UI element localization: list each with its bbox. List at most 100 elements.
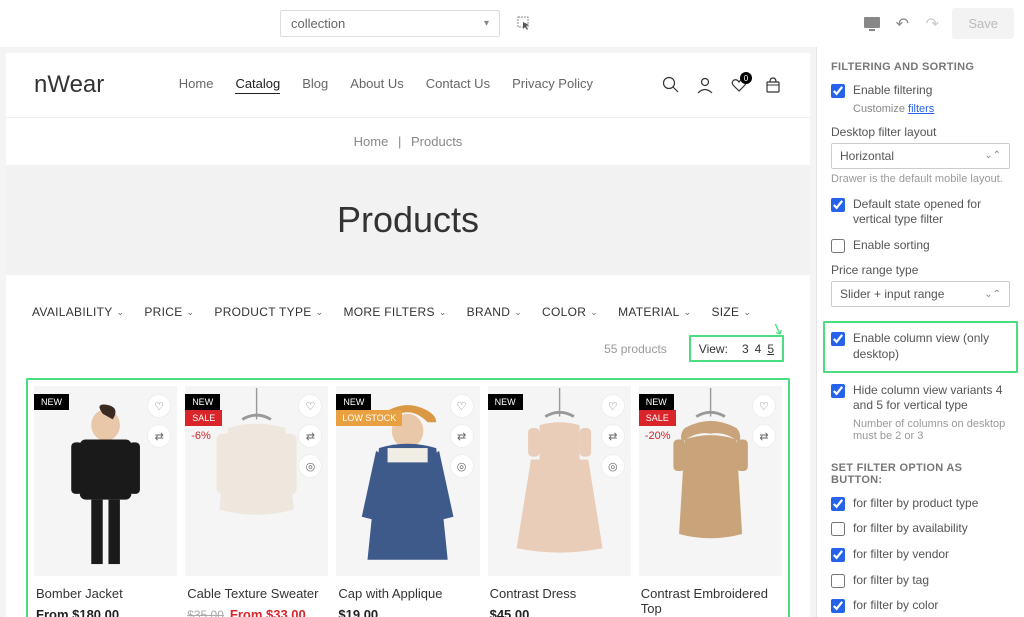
highlight-arrow-icon: ↘	[768, 317, 787, 340]
compare-icon[interactable]: ⇄	[601, 424, 625, 448]
product-card[interactable]: NEW♡⇄Bomber JacketFrom $180.00	[34, 386, 177, 617]
checkbox-default-open[interactable]	[831, 198, 845, 212]
product-card[interactable]: NEWLOW STOCK♡⇄◎Cap with Applique$19.00	[336, 386, 479, 617]
section-selector[interactable]: collection ▾	[280, 10, 500, 37]
nav-privacy-policy[interactable]: Privacy Policy	[512, 76, 593, 94]
label-enable-sorting: Enable sorting	[853, 238, 1010, 254]
badge-discount: -6%	[191, 430, 211, 442]
setting-enable-filtering[interactable]: Enable filtering	[831, 83, 1010, 99]
view-option-4[interactable]: 4	[755, 342, 762, 356]
product-name[interactable]: Cable Texture Sweater	[187, 586, 326, 601]
save-button[interactable]: Save	[952, 8, 1014, 39]
quickview-icon[interactable]: ◎	[298, 454, 322, 478]
filter-material[interactable]: MATERIAL⌄	[618, 305, 691, 319]
user-icon[interactable]	[696, 76, 714, 94]
checkbox-enable-filtering[interactable]	[831, 84, 845, 98]
price-range-select[interactable]: Slider + input range ⌄⌃	[831, 281, 1010, 307]
filter-size[interactable]: SIZE⌄	[711, 305, 751, 319]
checkbox-filter-btn[interactable]	[831, 599, 845, 613]
wishlist-heart-icon[interactable]: ♡	[298, 394, 322, 418]
checkbox-enable-sorting[interactable]	[831, 239, 845, 253]
product-image[interactable]: NEW♡⇄	[34, 386, 177, 576]
filter-brand[interactable]: BRAND⌄	[467, 305, 522, 319]
badge-sale: SALE	[185, 410, 222, 426]
setting-filter-button-option[interactable]: for filter by availability	[831, 521, 1010, 537]
chevron-down-icon: ▾	[484, 18, 489, 29]
setting-filter-button-option[interactable]: for filter by product type	[831, 496, 1010, 512]
breadcrumb-sep: |	[398, 134, 401, 149]
chevron-down-icon: ⌄	[439, 307, 447, 318]
nav-catalog[interactable]: Catalog	[235, 76, 280, 94]
topbar: collection ▾ ↶ ↷ Save	[0, 0, 1024, 47]
product-price: $19.00	[338, 607, 477, 617]
chevron-down-icon: ⌄	[743, 307, 751, 318]
wishlist-heart-icon[interactable]: ♡	[450, 394, 474, 418]
product-card[interactable]: NEWSALE-20%♡⇄Contrast Embroidered Top$25…	[639, 386, 782, 617]
undo-icon[interactable]: ↶	[892, 14, 912, 34]
product-name[interactable]: Contrast Embroidered Top	[641, 586, 780, 616]
nav-home[interactable]: Home	[179, 76, 214, 94]
compare-icon[interactable]: ⇄	[147, 424, 171, 448]
redo-icon[interactable]: ↷	[922, 14, 942, 34]
site-nav: Home Catalog Blog About Us Contact Us Privacy…	[179, 76, 593, 94]
highlighted-setting: Enable column view (only desktop)	[823, 321, 1018, 372]
wishlist-heart-icon[interactable]: ♡	[601, 394, 625, 418]
setting-default-state-open[interactable]: Default state opened for vertical type f…	[831, 197, 1010, 228]
checkbox-filter-btn[interactable]	[831, 497, 845, 511]
product-image[interactable]: NEWSALE-6%♡⇄◎	[185, 386, 328, 576]
setting-filter-button-option[interactable]: for filter by tag	[831, 573, 1010, 589]
checkbox-filter-btn[interactable]	[831, 522, 845, 536]
wishlist-heart-icon[interactable]: ♡	[752, 394, 776, 418]
view-option-3[interactable]: 3	[742, 342, 749, 356]
checkbox-filter-btn[interactable]	[831, 548, 845, 562]
product-image[interactable]: NEWLOW STOCK♡⇄◎	[336, 386, 479, 576]
filter-price[interactable]: PRICE⌄	[144, 305, 194, 319]
cart-icon[interactable]	[764, 76, 782, 94]
wishlist-badge: 0	[740, 72, 752, 84]
page-title: Products	[6, 199, 810, 241]
setting-enable-sorting[interactable]: Enable sorting	[831, 238, 1010, 254]
desktop-view-icon[interactable]	[862, 14, 882, 34]
filter-more-filters[interactable]: MORE FILTERS⌄	[343, 305, 446, 319]
checkbox-hide-variants[interactable]	[831, 384, 845, 398]
customize-filters-link[interactable]: filters	[908, 103, 934, 115]
setting-enable-column-view[interactable]: Enable column view (only desktop)	[831, 331, 1010, 362]
chevron-down-icon: ⌄	[590, 307, 598, 318]
quickview-icon[interactable]: ◎	[601, 454, 625, 478]
breadcrumb-home[interactable]: Home	[354, 134, 389, 149]
nav-blog[interactable]: Blog	[302, 76, 328, 94]
filter-availability[interactable]: AVAILABILITY⌄	[32, 305, 124, 319]
selection-tool-icon[interactable]	[516, 15, 534, 33]
wishlist-heart-icon[interactable]: ♡	[147, 394, 171, 418]
filter-product-type[interactable]: PRODUCT TYPE⌄	[214, 305, 323, 319]
wishlist-icon[interactable]: 0	[730, 76, 748, 94]
view-option-5[interactable]: 5	[767, 342, 774, 356]
filter-color[interactable]: COLOR⌄	[542, 305, 598, 319]
nav-about-us[interactable]: About Us	[350, 76, 403, 94]
breadcrumb-current: Products	[411, 134, 462, 149]
product-image[interactable]: NEW♡⇄◎	[488, 386, 631, 576]
chevron-down-icon: ⌄	[316, 307, 324, 318]
settings-panel[interactable]: FILTERING AND SORTING Enable filtering C…	[816, 47, 1024, 617]
product-card[interactable]: NEW♡⇄◎Contrast Dress$45.00	[488, 386, 631, 617]
preview-pane[interactable]: nWear Home Catalog Blog About Us Contact Us P…	[0, 47, 816, 617]
product-name[interactable]: Bomber Jacket	[36, 586, 175, 601]
product-image[interactable]: NEWSALE-20%♡⇄	[639, 386, 782, 576]
setting-hide-column-variants[interactable]: Hide column view variants 4 and 5 for ve…	[831, 383, 1010, 414]
search-icon[interactable]	[662, 76, 680, 94]
compare-icon[interactable]: ⇄	[298, 424, 322, 448]
product-card[interactable]: NEWSALE-6%♡⇄◎Cable Texture Sweater$35.00…	[185, 386, 328, 617]
setting-filter-button-option[interactable]: for filter by color	[831, 598, 1010, 614]
compare-icon[interactable]: ⇄	[752, 424, 776, 448]
product-name[interactable]: Cap with Applique	[338, 586, 477, 601]
compare-icon[interactable]: ⇄	[450, 424, 474, 448]
setting-filter-button-option[interactable]: for filter by vendor	[831, 547, 1010, 563]
site-logo[interactable]: nWear	[34, 71, 104, 99]
product-name[interactable]: Contrast Dress	[490, 586, 629, 601]
checkbox-column-view[interactable]	[831, 332, 845, 346]
checkbox-filter-btn[interactable]	[831, 574, 845, 588]
nav-contact-us[interactable]: Contact Us	[426, 76, 490, 94]
quickview-icon[interactable]: ◎	[450, 454, 474, 478]
desktop-layout-select[interactable]: Horizontal ⌄⌃	[831, 143, 1010, 169]
product-price: $35.00From $33.00	[187, 607, 326, 617]
